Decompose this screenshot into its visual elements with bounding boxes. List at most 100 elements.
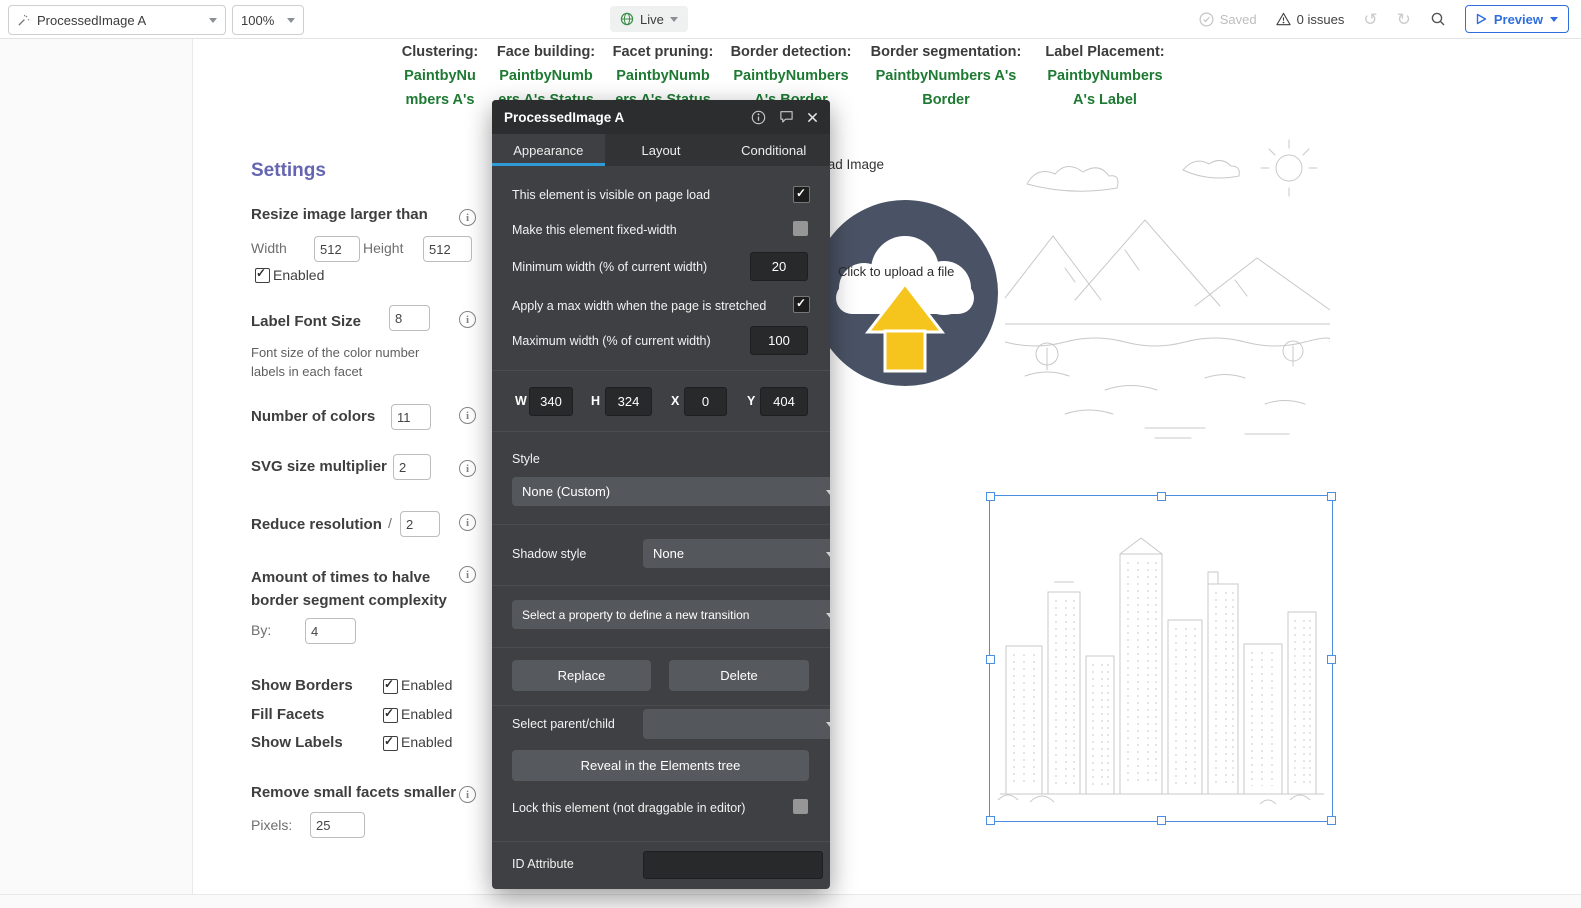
by-label: By:	[251, 622, 272, 638]
min-width-input[interactable]	[750, 252, 808, 281]
halve-complexity-input[interactable]	[305, 618, 356, 644]
chevron-down-icon	[826, 722, 830, 727]
chevron-down-icon	[669, 16, 678, 22]
remove-small-facets-input[interactable]	[310, 812, 365, 838]
warning-triangle-icon	[1276, 12, 1291, 26]
element-selector-dropdown[interactable]: ProcessedImage A	[8, 5, 226, 35]
selection-handle-nw[interactable]	[986, 492, 995, 501]
preview-button[interactable]: Preview	[1464, 5, 1569, 33]
processed-image-city-selected[interactable]	[986, 492, 1336, 825]
divider	[492, 370, 830, 371]
reduce-resolution-input[interactable]	[400, 511, 440, 537]
zoom-dropdown[interactable]: 100%	[232, 5, 304, 35]
processed-image-landscape[interactable]	[1004, 128, 1332, 455]
live-version-dropdown[interactable]: Live	[610, 6, 688, 32]
y-label: Y	[747, 394, 756, 408]
reduce-resolution-label: Reduce resolution	[251, 516, 382, 533]
fill-facets-checkbox[interactable]	[383, 706, 398, 723]
property-editor-titlebar[interactable]: ProcessedImage A	[492, 100, 830, 134]
selection-handle-se[interactable]	[1327, 816, 1336, 825]
show-labels-checkbox[interactable]	[383, 734, 398, 751]
show-labels-label: Show Labels	[251, 734, 343, 751]
width-input[interactable]	[529, 387, 573, 416]
divider	[492, 647, 830, 648]
label-font-size-input[interactable]	[389, 305, 430, 331]
wand-icon	[17, 14, 30, 27]
max-width-input[interactable]	[750, 326, 808, 355]
info-icon[interactable]	[459, 460, 476, 477]
show-borders-checkbox[interactable]	[383, 677, 398, 694]
info-icon[interactable]	[459, 209, 476, 226]
upload-cta-text[interactable]: Click to upload a file	[838, 264, 954, 279]
fixed-width-checkbox[interactable]	[793, 221, 808, 236]
selection-handle-e[interactable]	[1327, 655, 1336, 664]
close-icon[interactable]	[807, 112, 818, 123]
selection-handle-ne[interactable]	[1327, 492, 1336, 501]
selection-handle-n[interactable]	[1157, 492, 1166, 501]
tab-conditional[interactable]: Conditional	[717, 134, 830, 166]
divider	[492, 585, 830, 586]
number-of-colors-input[interactable]	[391, 404, 431, 430]
svg-size-multiplier-label: SVG size multiplier	[251, 458, 387, 475]
comment-icon[interactable]	[779, 110, 794, 124]
tab-appearance[interactable]: Appearance	[492, 134, 605, 166]
replace-button[interactable]: Replace	[512, 660, 651, 691]
enabled-label: Enabled	[273, 267, 325, 283]
info-icon[interactable]	[459, 311, 476, 328]
chevron-down-icon	[209, 17, 217, 23]
selection-handle-w[interactable]	[986, 655, 995, 664]
label-font-size-label: Label Font Size	[251, 313, 362, 330]
x-input[interactable]	[684, 387, 727, 416]
info-icon[interactable]	[751, 110, 766, 125]
height-input[interactable]	[605, 387, 652, 416]
y-input[interactable]	[760, 387, 808, 416]
info-icon[interactable]	[459, 566, 476, 583]
info-icon[interactable]	[459, 514, 476, 531]
lock-element-checkbox[interactable]	[793, 799, 808, 814]
property-editor-tabs: Appearance Layout Conditional	[492, 134, 830, 166]
search-icon[interactable]	[1430, 11, 1446, 27]
visible-on-load-label: This element is visible on page load	[512, 188, 711, 202]
delete-button[interactable]: Delete	[669, 660, 809, 691]
settings-heading: Settings	[251, 160, 326, 181]
max-width-toggle-checkbox[interactable]	[793, 296, 810, 313]
city-line-art	[997, 537, 1324, 805]
style-dropdown[interactable]: None (Custom)	[512, 477, 830, 506]
upload-dropzone[interactable]	[812, 200, 998, 386]
property-editor-panel: ProcessedImage A Appearance Layout Condi…	[492, 100, 830, 889]
tab-layout[interactable]: Layout	[605, 134, 718, 166]
check-circle-icon	[1199, 12, 1214, 27]
live-label: Live	[640, 11, 664, 27]
info-icon[interactable]	[459, 407, 476, 424]
selection-handle-s[interactable]	[1157, 816, 1166, 825]
svg-size-multiplier-input[interactable]	[393, 454, 431, 480]
visible-on-load-checkbox[interactable]	[793, 186, 810, 203]
undo-icon[interactable]	[1363, 11, 1377, 28]
transition-dropdown[interactable]: Select a property to define a new transi…	[512, 600, 830, 629]
divider	[492, 524, 830, 525]
info-icon[interactable]	[459, 786, 476, 803]
shadow-style-dropdown[interactable]: None	[643, 539, 830, 568]
resize-enabled-checkbox[interactable]	[255, 266, 270, 283]
selection-handle-sw[interactable]	[986, 816, 995, 825]
issues-label: 0 issues	[1296, 11, 1345, 27]
toolbar-right-cluster: Saved 0 issues Preview	[1199, 0, 1569, 38]
issues-button[interactable]: 0 issues	[1276, 11, 1345, 27]
remove-small-facets-label: Remove small facets smaller	[251, 784, 457, 801]
chevron-down-icon	[1550, 16, 1558, 22]
fixed-width-label: Make this element fixed-width	[512, 223, 677, 237]
redo-icon[interactable]	[1397, 11, 1411, 28]
shadow-style-value: None	[653, 546, 685, 561]
chevron-down-icon	[826, 612, 830, 618]
element-selector-value: ProcessedImage A	[37, 12, 147, 28]
max-width-label: Maximum width (% of current width)	[512, 334, 711, 348]
id-attribute-input[interactable]	[643, 851, 823, 879]
width-label: Width	[251, 240, 287, 256]
resize-width-input[interactable]	[314, 236, 360, 262]
reveal-in-elements-tree-button[interactable]: Reveal in the Elements tree	[512, 750, 809, 781]
parent-child-dropdown[interactable]	[643, 709, 830, 739]
fill-facets-label: Fill Facets	[251, 706, 325, 723]
status-value-line: PaintbyNumbers	[1047, 68, 1163, 84]
resize-height-input[interactable]	[423, 236, 472, 262]
id-attribute-label: ID Attribute	[512, 857, 574, 871]
